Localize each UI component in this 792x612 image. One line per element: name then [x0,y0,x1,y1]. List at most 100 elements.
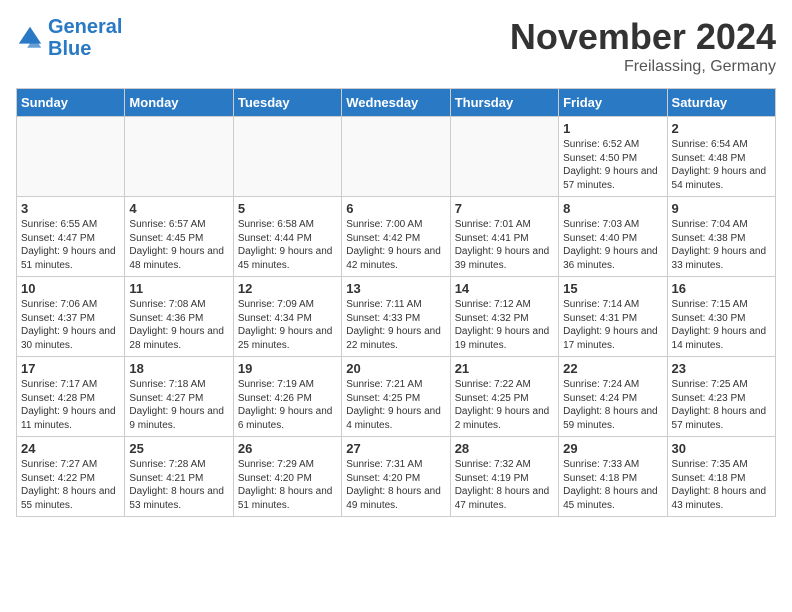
day-info: Sunrise: 7:25 AM Sunset: 4:23 PM Dayligh… [672,378,771,432]
calendar-cell: 6 Sunrise: 7:00 AM Sunset: 4:42 PM Daylig… [342,197,450,277]
day-number: 19 [238,361,337,376]
day-info: Sunrise: 7:18 AM Sunset: 4:27 PM Dayligh… [129,378,228,432]
logo: General Blue [16,16,122,60]
day-number: 5 [238,201,337,216]
calendar-cell: 14 Sunrise: 7:12 AM Sunset: 4:32 PM Dayli… [450,277,558,357]
weekday-header-monday: Monday [125,89,233,117]
calendar-cell: 16 Sunrise: 7:15 AM Sunset: 4:30 PM Dayli… [667,277,775,357]
calendar-cell: 22Sunrise: 7:24 AM Sunset: 4:24 PM Dayli… [559,357,667,437]
day-info: Sunrise: 7:33 AM Sunset: 4:18 PM Dayligh… [563,458,662,512]
day-number: 30 [672,441,771,456]
calendar-cell: 9 Sunrise: 7:04 AM Sunset: 4:38 PM Daylig… [667,197,775,277]
calendar-cell: 23 Sunrise: 7:25 AM Sunset: 4:23 PM Dayli… [667,357,775,437]
day-number: 4 [129,201,228,216]
day-info: Sunrise: 7:00 AM Sunset: 4:42 PM Dayligh… [346,218,445,272]
calendar-cell: 28 Sunrise: 7:32 AM Sunset: 4:19 PM Dayli… [450,437,558,517]
day-info: Sunrise: 7:15 AM Sunset: 4:30 PM Dayligh… [672,298,771,352]
day-info: Sunrise: 7:32 AM Sunset: 4:19 PM Dayligh… [455,458,554,512]
day-number: 14 [455,281,554,296]
day-info: Sunrise: 6:58 AM Sunset: 4:44 PM Dayligh… [238,218,337,272]
day-number: 1 [563,121,662,136]
day-info: Sunrise: 7:17 AM Sunset: 4:28 PM Dayligh… [21,378,120,432]
location: Freilassing, Germany [510,58,776,76]
day-number: 9 [672,201,771,216]
week-row-5: 24 Sunrise: 7:27 AM Sunset: 4:22 PM Dayli… [17,437,776,517]
day-info: Sunrise: 7:19 AM Sunset: 4:26 PM Dayligh… [238,378,337,432]
calendar-cell: 27Sunrise: 7:31 AM Sunset: 4:20 PM Dayli… [342,437,450,517]
day-number: 24 [21,441,120,456]
calendar-cell: 12 Sunrise: 7:09 AM Sunset: 4:34 PM Dayli… [233,277,341,357]
calendar-cell [125,117,233,197]
calendar-cell [342,117,450,197]
day-number: 7 [455,201,554,216]
calendar-cell: 21 Sunrise: 7:22 AM Sunset: 4:25 PM Dayli… [450,357,558,437]
day-number: 21 [455,361,554,376]
day-info: Sunrise: 7:09 AM Sunset: 4:34 PM Dayligh… [238,298,337,352]
day-number: 26 [238,441,337,456]
day-number: 28 [455,441,554,456]
calendar-cell: 30 Sunrise: 7:35 AM Sunset: 4:18 PM Dayli… [667,437,775,517]
day-number: 3 [21,201,120,216]
week-row-1: 1Sunrise: 6:52 AM Sunset: 4:50 PM Daylig… [17,117,776,197]
day-info: Sunrise: 7:04 AM Sunset: 4:38 PM Dayligh… [672,218,771,272]
day-info: Sunrise: 7:22 AM Sunset: 4:25 PM Dayligh… [455,378,554,432]
calendar-cell: 17Sunrise: 7:17 AM Sunset: 4:28 PM Dayli… [17,357,125,437]
day-number: 6 [346,201,445,216]
calendar-cell: 10Sunrise: 7:06 AM Sunset: 4:37 PM Dayli… [17,277,125,357]
calendar-cell: 1Sunrise: 6:52 AM Sunset: 4:50 PM Daylig… [559,117,667,197]
calendar-cell [450,117,558,197]
day-info: Sunrise: 7:27 AM Sunset: 4:22 PM Dayligh… [21,458,120,512]
logo-blue: Blue [48,38,91,60]
day-info: Sunrise: 7:12 AM Sunset: 4:32 PM Dayligh… [455,298,554,352]
calendar-cell: 26 Sunrise: 7:29 AM Sunset: 4:20 PM Dayli… [233,437,341,517]
calendar-cell: 13 Sunrise: 7:11 AM Sunset: 4:33 PM Dayli… [342,277,450,357]
day-number: 27 [346,441,445,456]
day-info: Sunrise: 7:35 AM Sunset: 4:18 PM Dayligh… [672,458,771,512]
title-block: November 2024 Freilassing, Germany [510,16,776,76]
day-number: 15 [563,281,662,296]
day-info: Sunrise: 6:57 AM Sunset: 4:45 PM Dayligh… [129,218,228,272]
day-info: Sunrise: 7:29 AM Sunset: 4:20 PM Dayligh… [238,458,337,512]
weekday-header-friday: Friday [559,89,667,117]
weekday-header-sunday: Sunday [17,89,125,117]
logo-general: General [48,16,122,38]
day-number: 16 [672,281,771,296]
calendar-cell: 5 Sunrise: 6:58 AM Sunset: 4:44 PM Daylig… [233,197,341,277]
day-number: 12 [238,281,337,296]
day-number: 20 [346,361,445,376]
header: General Blue November 2024 Freilassing, … [16,16,776,76]
calendar-cell: 3 Sunrise: 6:55 AM Sunset: 4:47 PM Daylig… [17,197,125,277]
day-number: 18 [129,361,228,376]
calendar-cell: 24 Sunrise: 7:27 AM Sunset: 4:22 PM Dayli… [17,437,125,517]
calendar-cell: 4 Sunrise: 6:57 AM Sunset: 4:45 PM Daylig… [125,197,233,277]
day-number: 13 [346,281,445,296]
day-info: Sunrise: 6:55 AM Sunset: 4:47 PM Dayligh… [21,218,120,272]
day-number: 11 [129,281,228,296]
calendar-cell: 19 Sunrise: 7:19 AM Sunset: 4:26 PM Dayli… [233,357,341,437]
day-number: 29 [563,441,662,456]
weekday-header-tuesday: Tuesday [233,89,341,117]
calendar-cell: 11 Sunrise: 7:08 AM Sunset: 4:36 PM Dayli… [125,277,233,357]
day-number: 25 [129,441,228,456]
logo-icon [16,24,44,52]
day-info: Sunrise: 7:01 AM Sunset: 4:41 PM Dayligh… [455,218,554,272]
day-info: Sunrise: 7:21 AM Sunset: 4:25 PM Dayligh… [346,378,445,432]
day-info: Sunrise: 7:11 AM Sunset: 4:33 PM Dayligh… [346,298,445,352]
calendar-cell: 8Sunrise: 7:03 AM Sunset: 4:40 PM Daylig… [559,197,667,277]
day-number: 2 [672,121,771,136]
weekday-header-wednesday: Wednesday [342,89,450,117]
day-info: Sunrise: 7:28 AM Sunset: 4:21 PM Dayligh… [129,458,228,512]
calendar-cell: 20 Sunrise: 7:21 AM Sunset: 4:25 PM Dayli… [342,357,450,437]
calendar-cell: 2Sunrise: 6:54 AM Sunset: 4:48 PM Daylig… [667,117,775,197]
week-row-3: 10Sunrise: 7:06 AM Sunset: 4:37 PM Dayli… [17,277,776,357]
calendar-cell: 29 Sunrise: 7:33 AM Sunset: 4:18 PM Dayli… [559,437,667,517]
day-number: 22 [563,361,662,376]
logo-text: General Blue [48,16,122,60]
day-info: Sunrise: 7:08 AM Sunset: 4:36 PM Dayligh… [129,298,228,352]
calendar-cell: 15Sunrise: 7:14 AM Sunset: 4:31 PM Dayli… [559,277,667,357]
month-title: November 2024 [510,16,776,58]
weekday-header-saturday: Saturday [667,89,775,117]
week-row-4: 17Sunrise: 7:17 AM Sunset: 4:28 PM Dayli… [17,357,776,437]
day-number: 23 [672,361,771,376]
week-row-2: 3 Sunrise: 6:55 AM Sunset: 4:47 PM Daylig… [17,197,776,277]
